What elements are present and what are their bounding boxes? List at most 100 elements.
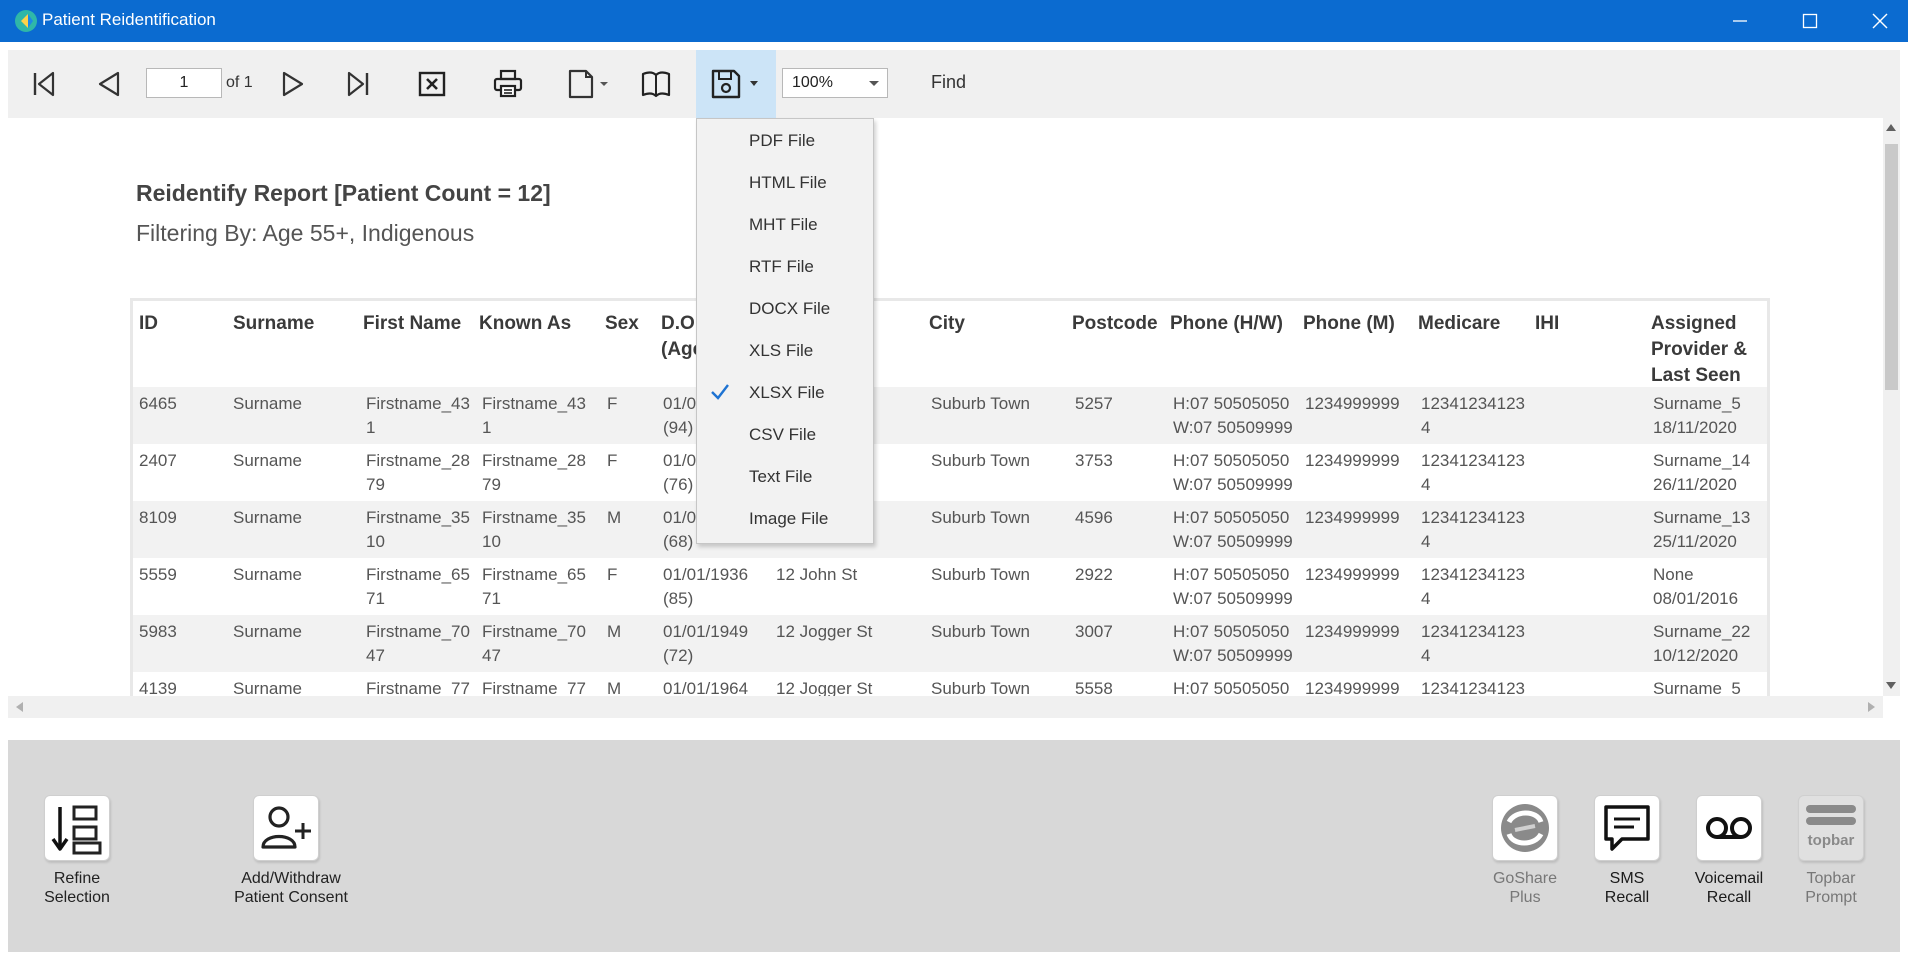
menu-item-html-file[interactable]: HTML File: [697, 163, 873, 205]
chevron-down-icon: [869, 81, 879, 86]
cell-sex: M: [607, 508, 622, 527]
refine-selection-label: Refine Selection: [44, 870, 110, 906]
menu-item-xls-file[interactable]: XLS File: [697, 331, 873, 373]
last-page-button[interactable]: [334, 60, 382, 108]
cell-provider: None 08/01/2016: [1653, 565, 1739, 608]
cell-known-as: Firstname_35 10: [482, 508, 586, 551]
scroll-right-icon[interactable]: [1868, 702, 1875, 712]
next-page-button[interactable]: [270, 60, 318, 108]
column-header-first-name: First Name: [363, 313, 462, 334]
zoom-select[interactable]: 100%: [782, 68, 888, 98]
goshare-icon: [1492, 795, 1558, 861]
table-row[interactable]: 5559 Surname Firstname_65 71 Firstname_65 7…: [133, 558, 1767, 615]
cell-first-name: Firstname_43 1: [366, 394, 470, 437]
refine-selection-icon: [44, 795, 110, 861]
menu-item-label: RTF File: [749, 257, 814, 276]
cell-postcode: 3753: [1075, 451, 1113, 470]
table-row[interactable]: 5983 Surname Firstname_70 47 Firstname_70 4…: [133, 615, 1767, 672]
cell-provider: Surname_22 10/12/2020: [1653, 622, 1751, 665]
cell-dob: 01/01/1964: [663, 679, 749, 696]
table-header: ID Surname First Name Known As Sex D.O. …: [133, 301, 1767, 387]
cell-medicare: 12341234123 4: [1421, 451, 1526, 494]
menu-item-docx-file[interactable]: DOCX File: [697, 289, 873, 331]
table-row[interactable]: 8109 Surname Firstname_35 10 Firstname_35 1…: [133, 501, 1767, 558]
save-export-button[interactable]: [696, 50, 776, 118]
cell-first-name: Firstname_77: [366, 679, 470, 696]
page-number-input[interactable]: 1: [146, 68, 222, 98]
goshare-plus-label: GoShare Plus: [1492, 870, 1558, 906]
cell-phone-hw: H:07 50505050 W:07 50509999: [1173, 508, 1293, 551]
cell-phone-hw: H:07 50505050 W:07 50509999: [1173, 394, 1293, 437]
cell-known-as: Firstname_28 79: [482, 451, 586, 494]
menu-item-label: CSV File: [749, 425, 817, 444]
cell-medicare: 12341234123 4: [1421, 394, 1526, 437]
previous-page-icon: [98, 71, 120, 97]
menu-item-label: PDF File: [749, 131, 816, 150]
cell-id: 2407: [139, 451, 177, 470]
cell-provider: Surname_13 25/11/2020: [1653, 508, 1751, 551]
scroll-down-icon[interactable]: [1886, 682, 1896, 689]
cell-postcode: 5558: [1075, 679, 1113, 696]
scroll-left-icon[interactable]: [16, 702, 23, 712]
patient-consent-button[interactable]: Add/Withdraw Patient Consent: [231, 795, 351, 925]
menu-item-text-file[interactable]: Text File: [697, 457, 873, 499]
menu-item-mht-file[interactable]: MHT File: [697, 205, 873, 247]
horizontal-scrollbar[interactable]: [8, 696, 1883, 718]
voicemail-recall-button[interactable]: Voicemail Recall: [1676, 795, 1786, 925]
menu-item-rtf-file[interactable]: RTF File: [697, 247, 873, 289]
cell-phone-hw: H:07 50505050 W:07 50509999: [1173, 622, 1293, 665]
patient-table: ID Surname First Name Known As Sex D.O. …: [130, 298, 1770, 696]
cell-id: 8109: [139, 508, 177, 527]
column-header-phone-hw: Phone (H/W): [1170, 313, 1283, 334]
table-row[interactable]: 6465 Surname Firstname_43 1 Firstname_43 1 F…: [133, 387, 1767, 444]
cell-sex: F: [607, 451, 618, 470]
first-page-button[interactable]: [20, 60, 68, 108]
sms-recall-button[interactable]: SMS Recall: [1574, 795, 1684, 925]
page-setup-button[interactable]: [556, 60, 622, 108]
cell-surname: Surname: [233, 565, 302, 584]
column-header-id: ID: [139, 313, 158, 334]
table-row[interactable]: 4139 Surname Firstname_77 Firstname_77 M 01/0…: [133, 672, 1767, 696]
table-row[interactable]: 2407 Surname Firstname_28 79 Firstname_28 7…: [133, 444, 1767, 501]
cell-surname: Surname: [233, 622, 302, 641]
cell-city: Suburb Town: [931, 451, 1030, 470]
scroll-up-icon[interactable]: [1886, 124, 1896, 131]
previous-page-button[interactable]: [84, 60, 132, 108]
app-window: Patient Reidentification 1 of 1 100% Fin…: [0, 0, 1908, 959]
menu-item-xlsx-file[interactable]: XLSX File: [697, 373, 873, 415]
vertical-scrollbar[interactable]: [1883, 118, 1900, 696]
refine-selection-button[interactable]: Refine Selection: [24, 795, 134, 925]
print-button[interactable]: [484, 60, 532, 108]
cell-dob: 01/0 (68): [663, 508, 697, 551]
patient-consent-label: Add/Withdraw Patient Consent: [234, 870, 348, 906]
cell-city: Suburb Town: [931, 508, 1030, 527]
close-report-icon: [418, 71, 446, 97]
find-button[interactable]: Find: [931, 72, 966, 93]
cell-city: Suburb Town: [931, 394, 1030, 413]
menu-item-image-file[interactable]: Image File: [697, 499, 873, 541]
menu-item-label: XLSX File: [749, 383, 825, 402]
cell-phone-m: 1234999999: [1305, 565, 1400, 584]
close-window-button[interactable]: [1845, 0, 1908, 42]
topbar-logo-icon: topbar: [1798, 795, 1864, 861]
cell-postcode: 2922: [1075, 565, 1113, 584]
cell-address: 12 John St: [776, 565, 858, 584]
cell-first-name: Firstname_28 79: [366, 451, 470, 494]
vertical-scroll-thumb[interactable]: [1885, 144, 1898, 390]
close-report-button[interactable]: [408, 60, 456, 108]
cell-address: 12 Jogger St: [776, 622, 873, 641]
export-format-menu: PDF File HTML File MHT File RTF File DOCX Fi…: [696, 118, 874, 544]
column-header-phone-m: Phone (M): [1303, 313, 1395, 334]
menu-item-pdf-file[interactable]: PDF File: [697, 121, 873, 163]
book-view-button[interactable]: [632, 60, 680, 108]
cell-phone-m: 1234999999: [1305, 622, 1400, 641]
topbar-prompt-button[interactable]: topbar Topbar Prompt: [1778, 795, 1888, 925]
menu-item-csv-file[interactable]: CSV File: [697, 415, 873, 457]
maximize-button[interactable]: [1775, 0, 1845, 42]
cell-surname: Surname: [233, 451, 302, 470]
minimize-button[interactable]: [1705, 0, 1775, 42]
goshare-plus-button[interactable]: GoShare Plus: [1472, 795, 1582, 925]
cell-city: Suburb Town: [931, 679, 1030, 696]
next-page-icon: [282, 71, 304, 97]
column-header-surname: Surname: [233, 313, 315, 334]
